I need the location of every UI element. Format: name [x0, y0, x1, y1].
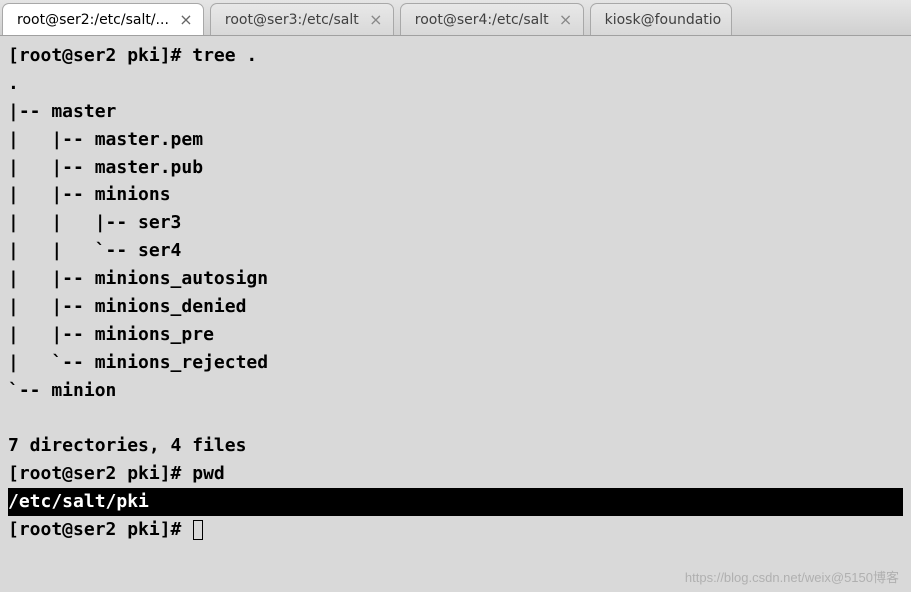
- terminal-output[interactable]: [root@ser2 pki]# tree . . |-- master | |…: [0, 36, 911, 550]
- pwd-output: /etc/salt/pki: [8, 488, 903, 516]
- close-icon[interactable]: ×: [559, 12, 573, 28]
- tree-summary: 7 directories, 4 files: [8, 435, 246, 456]
- shell-prompt: [root@ser2 pki]#: [8, 519, 192, 540]
- shell-prompt: [root@ser2 pki]#: [8, 45, 192, 66]
- tree-line: | |-- minions_pre: [8, 324, 214, 345]
- tree-line: |-- master: [8, 101, 116, 122]
- command: tree .: [192, 45, 257, 66]
- tab-foundation[interactable]: kiosk@foundatio: [590, 3, 733, 35]
- tree-line: | |-- minions: [8, 184, 171, 205]
- tree-line: | |-- minions_denied: [8, 296, 246, 317]
- tab-ser4[interactable]: root@ser4:/etc/salt ×: [400, 3, 584, 35]
- tab-bar: root@ser2:/etc/salt/... × root@ser3:/etc…: [0, 0, 911, 36]
- tree-line: .: [8, 73, 19, 94]
- tab-label: root@ser3:/etc/salt: [225, 12, 359, 28]
- tab-label: root@ser2:/etc/salt/...: [17, 12, 169, 28]
- tree-line: | | |-- ser3: [8, 212, 181, 233]
- tree-line: `-- minion: [8, 380, 116, 401]
- command: pwd: [192, 463, 225, 484]
- tree-line: | `-- minions_rejected: [8, 352, 268, 373]
- tree-line: | |-- minions_autosign: [8, 268, 268, 289]
- tab-ser2[interactable]: root@ser2:/etc/salt/... ×: [2, 3, 204, 35]
- shell-prompt: [root@ser2 pki]#: [8, 463, 192, 484]
- tree-line: | | `-- ser4: [8, 240, 181, 261]
- cursor-icon: [193, 520, 203, 540]
- close-icon[interactable]: ×: [179, 12, 193, 28]
- tab-ser3[interactable]: root@ser3:/etc/salt ×: [210, 3, 394, 35]
- close-icon[interactable]: ×: [369, 12, 383, 28]
- tree-line: | |-- master.pub: [8, 157, 203, 178]
- tab-label: root@ser4:/etc/salt: [415, 12, 549, 28]
- tab-label: kiosk@foundatio: [605, 12, 722, 28]
- watermark: https://blog.csdn.net/weix@5150博客: [685, 567, 899, 586]
- tree-line: | |-- master.pem: [8, 129, 203, 150]
